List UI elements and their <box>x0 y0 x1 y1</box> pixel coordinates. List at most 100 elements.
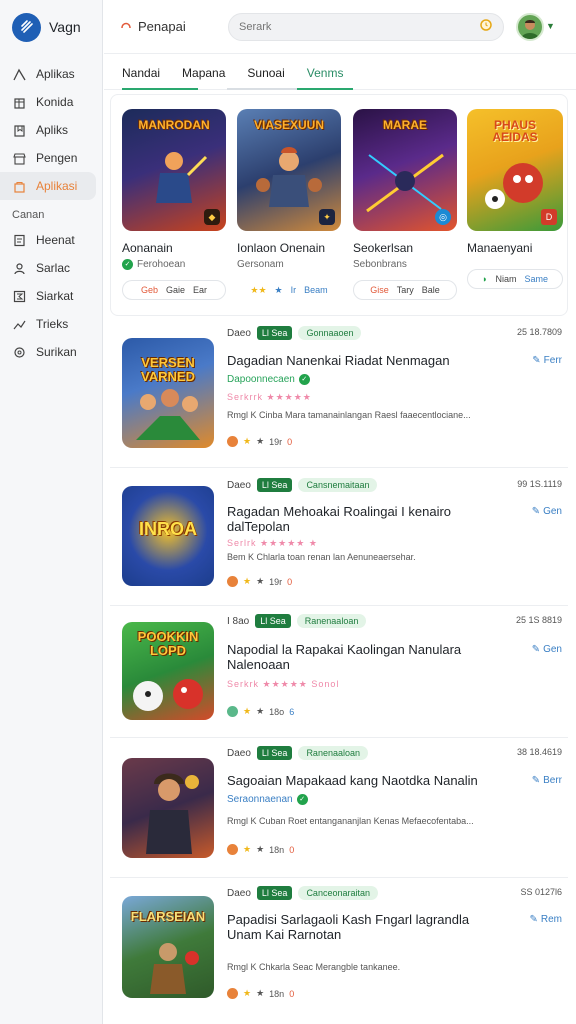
row-action-button[interactable]: ✎ Ferr <box>532 355 562 366</box>
search-bar[interactable] <box>228 13 504 41</box>
tab-sunoai[interactable]: Sunoai <box>227 56 306 90</box>
game-thumbnail[interactable]: MARAE ◎ <box>353 109 457 231</box>
verified-icon: ✓ <box>296 794 308 805</box>
row-action-button[interactable]: ✎ Berr <box>532 775 562 786</box>
footer-star-text: ★ <box>256 844 265 854</box>
timestamp: 38 18.4619 <box>516 747 562 757</box>
sidebar-item-aplikas[interactable]: Aplikas <box>0 60 102 88</box>
verified-icon: ✓ <box>122 259 133 270</box>
game-thumbnail[interactable]: MANRODAN ◆ <box>122 109 226 231</box>
row-title[interactable]: Ragadan Mehoakai Roalingai I kenairo dal… <box>227 504 507 534</box>
category-chip[interactable]: Ll Sea <box>256 746 293 760</box>
tag-chip[interactable]: Canceonaraitan <box>298 886 378 900</box>
featured-title: Manaenyani <box>467 241 533 255</box>
sidebar-item-aplikasi[interactable]: Aplikasi <box>0 172 96 200</box>
tag-chip[interactable]: Cansnemaitaan <box>298 478 378 492</box>
row-footer: ★ ★ 18n 0 <box>227 988 294 999</box>
featured-action-pill[interactable]: Geb Gaie Ear <box>122 280 226 300</box>
star-icon: ★ <box>243 576 252 586</box>
game-art-title: POOKKIN LOPD <box>137 629 199 658</box>
featured-card[interactable]: VIASEXUUN ✦ Ionlaon Onenain Gersonam ★★ … <box>237 109 341 300</box>
tag-chip[interactable]: Ranenaaloan <box>298 746 368 760</box>
row-meta: Daeo Ll Sea Ranenaaloan <box>227 746 368 760</box>
list-item[interactable]: INROA Daeo Ll Sea Cansnemaitaan 99 1S.11… <box>110 468 568 606</box>
footer-count: 18n <box>269 844 285 855</box>
game-thumbnail[interactable]: INROA <box>122 486 214 586</box>
brand[interactable]: Vagn <box>0 0 102 54</box>
sidebar-item-heenat[interactable]: Heenat <box>0 226 102 254</box>
category-chip[interactable]: Ll Sea <box>255 614 291 628</box>
tag-chip[interactable]: Gonnaaoen <box>298 326 362 340</box>
row-action-button[interactable]: ✎ Rem <box>529 914 562 925</box>
footer-value: 0 <box>287 576 293 587</box>
footer-star-text: ★ <box>256 576 265 586</box>
pill-item: Geb <box>140 285 158 295</box>
featured-section: MANRODAN ◆ Aonanain ✓ Ferohoean Geb Gaie … <box>110 94 568 316</box>
row-action-button[interactable]: ✎ Gen <box>532 644 562 655</box>
search-input[interactable] <box>239 21 479 33</box>
sidebar-item-pengen[interactable]: Pengen <box>0 144 102 172</box>
game-thumbnail[interactable]: VIASEXUUN ✦ <box>237 109 341 231</box>
featured-title: Aonanain <box>122 241 173 255</box>
game-badge-icon: ◎ <box>435 209 451 225</box>
sidebar-item-label: Heenat <box>36 233 75 247</box>
featured-action-pill[interactable]: ★★ ★ Ir Beam <box>237 280 341 300</box>
row-action-button[interactable]: ✎ Gen <box>532 506 562 517</box>
timestamp: 25 1S 8819 <box>515 615 562 625</box>
row-meta-label: Daeo <box>227 887 251 899</box>
sidebar-item-sarlac[interactable]: Sarlac <box>0 254 102 282</box>
sidebar-item-konida[interactable]: Konida <box>0 88 102 116</box>
footer-count: 18o <box>269 706 285 717</box>
verified-icon: ✓ <box>298 374 310 385</box>
sidebar-item-label: Konida <box>36 95 74 109</box>
chevron-down-icon[interactable]: ▼ <box>546 21 555 31</box>
footer-count: 19r <box>269 576 283 587</box>
tab-nandai[interactable]: Nandai <box>122 56 199 90</box>
game-art-title: INROA <box>139 519 197 539</box>
row-title[interactable]: Napodial la Rapakai Kaolingan Nanulara N… <box>227 642 507 672</box>
footer-count: 18n <box>269 988 285 999</box>
game-thumbnail[interactable]: FLARSEIAN <box>122 896 214 998</box>
row-meta: Daeo Ll Sea Gonnaaoen <box>227 326 362 340</box>
featured-title: Seokerlsan <box>353 241 414 255</box>
featured-subtitle-row: Sebonbrans <box>353 259 457 270</box>
game-thumbnail[interactable]: POOKKIN LOPD <box>122 622 214 720</box>
footer-value: 0 <box>289 988 295 999</box>
featured-action-pill[interactable]: ◗ Niam Same <box>467 269 563 289</box>
list-item[interactable]: Daeo Ll Sea Ranenaaloan 38 18.4619 Sagoa… <box>110 738 568 878</box>
category-chip[interactable]: Ll Sea <box>256 886 293 900</box>
row-subtitle-row: Seraonnaenan ✓ <box>227 794 308 805</box>
game-thumbnail[interactable]: PHAUS AEIDAS D <box>467 109 563 231</box>
doc-icon <box>12 233 26 247</box>
avatar[interactable] <box>516 13 544 41</box>
row-title[interactable]: Dagadian Nanenkai Riadat Nenmagan <box>227 353 507 368</box>
game-art-title: FLARSEIAN <box>130 909 206 924</box>
row-title[interactable]: Papadisi Sarlagaoli Kash Fngarl lagrandl… <box>227 912 507 942</box>
list-item[interactable]: POOKKIN LOPD I 8ao Ll Sea Ranenaaloan 25… <box>110 606 568 738</box>
category-chip[interactable]: Ll Sea <box>256 326 293 340</box>
tab-mapana[interactable]: Mapana <box>182 56 225 90</box>
star-icon: ★ <box>243 436 252 446</box>
search-icon[interactable] <box>479 18 493 37</box>
game-thumbnail[interactable] <box>122 758 214 858</box>
featured-card[interactable]: PHAUS AEIDAS D Manaenyani ◗ Niam Same <box>467 109 563 289</box>
store-icon <box>12 151 26 165</box>
sidebar-item-surikan[interactable]: Surikan <box>0 338 102 366</box>
row-meta: Daeo Ll Sea Cansnemaitaan <box>227 478 378 492</box>
game-badge-icon: ◆ <box>204 209 220 225</box>
trend-icon <box>12 317 26 331</box>
list-item[interactable]: FLARSEIAN Daeo Ll Sea Canceonaraitan SS … <box>110 878 568 1018</box>
featured-card[interactable]: MANRODAN ◆ Aonanain ✓ Ferohoean Geb Gaie … <box>122 109 226 300</box>
tab-venms[interactable]: Venms <box>296 56 354 90</box>
row-title[interactable]: Sagoaian Mapakaad kang Naotdka Nanalin <box>227 773 507 788</box>
sidebar-item-siarkat[interactable]: Siarkat <box>0 282 102 310</box>
category-chip[interactable]: Ll Sea <box>256 478 293 492</box>
tag-chip[interactable]: Ranenaaloan <box>296 614 367 628</box>
game-thumbnail[interactable]: VERSEN VARNED <box>122 338 214 448</box>
featured-card[interactable]: MARAE ◎ Seokerlsan Sebonbrans Gise Tary … <box>353 109 457 300</box>
row-meta-label: Daeo <box>227 479 251 491</box>
sidebar-item-trieks[interactable]: Trieks <box>0 310 102 338</box>
list-item[interactable]: VERSEN VARNED Daeo Ll Sea Gonnaaoen 25 1… <box>110 318 568 468</box>
featured-action-pill[interactable]: Gise Tary Bale <box>353 280 457 300</box>
sidebar-item-apliks[interactable]: Apliks <box>0 116 102 144</box>
